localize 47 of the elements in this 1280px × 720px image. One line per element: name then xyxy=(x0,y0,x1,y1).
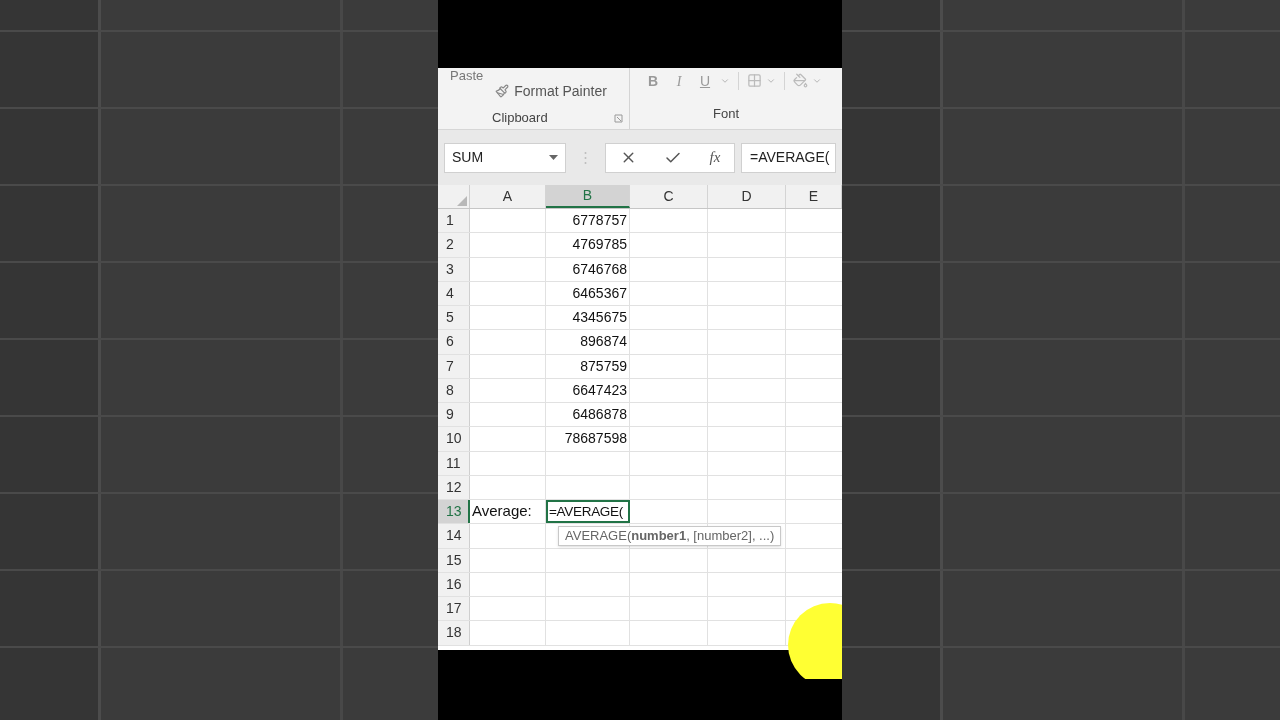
table-cell-text: 4345675 xyxy=(572,308,627,328)
row-header[interactable]: 10 xyxy=(438,427,470,451)
row-header[interactable]: 18 xyxy=(438,621,470,645)
insert-function-button[interactable]: fx xyxy=(709,146,721,169)
corner-triangle-icon xyxy=(457,196,467,206)
borders-icon[interactable] xyxy=(747,73,762,89)
dropdown-caret-icon xyxy=(549,155,558,160)
table-cell-text: 6486878 xyxy=(572,405,627,425)
table-cell-text: 875759 xyxy=(580,356,627,376)
row-header[interactable]: 7 xyxy=(438,354,470,378)
table-cell-text: 6778757 xyxy=(572,211,627,231)
table-cell-text: 6746768 xyxy=(572,259,627,279)
table-cell-text: 6465367 xyxy=(572,283,627,303)
fill-color-icon[interactable] xyxy=(793,73,808,89)
format-painter-button[interactable]: Format Painter xyxy=(495,81,607,101)
row-header[interactable]: 9 xyxy=(438,403,470,427)
row-header[interactable]: 11 xyxy=(438,451,470,475)
row-header[interactable]: 6 xyxy=(438,330,470,354)
table-cell-text: 6647423 xyxy=(572,380,627,400)
paste-button[interactable]: Paste xyxy=(438,68,490,108)
name-box[interactable]: SUM xyxy=(444,142,566,173)
clipboard-group-label: Clipboard xyxy=(492,109,548,128)
row-header[interactable]: 1 xyxy=(438,209,470,233)
row-header[interactable]: 17 xyxy=(438,597,470,621)
row-header[interactable]: 2 xyxy=(438,233,470,257)
row-header[interactable]: 4 xyxy=(438,281,470,305)
table-cell-text: Average: xyxy=(472,501,532,522)
font-group-label: Font xyxy=(713,104,739,123)
row-header[interactable]: 5 xyxy=(438,306,470,330)
drag-handle-icon[interactable] xyxy=(584,150,587,165)
row-header[interactable]: 15 xyxy=(438,548,470,572)
table-cell-text: 896874 xyxy=(580,332,627,352)
dialog-launcher-icon[interactable] xyxy=(614,113,623,123)
row-header[interactable]: 12 xyxy=(438,475,470,499)
column-header[interactable]: D xyxy=(708,185,786,208)
function-tooltip: AVERAGE(number1, [number2], ...) xyxy=(558,526,782,546)
column-header[interactable]: B xyxy=(546,185,630,208)
table-cell-text: 4769785 xyxy=(572,235,627,255)
formula-field[interactable]: =AVERAGE( xyxy=(741,142,836,173)
row-header[interactable]: 8 xyxy=(438,378,470,402)
row-header[interactable]: 3 xyxy=(438,257,470,281)
row-header[interactable]: 16 xyxy=(438,572,470,596)
row-header[interactable]: 14 xyxy=(438,524,470,548)
paintbrush-icon xyxy=(495,84,510,98)
table-cell-text: 78687598 xyxy=(564,429,627,449)
row-header[interactable]: 13 xyxy=(438,500,470,524)
column-header[interactable]: C xyxy=(630,185,708,208)
